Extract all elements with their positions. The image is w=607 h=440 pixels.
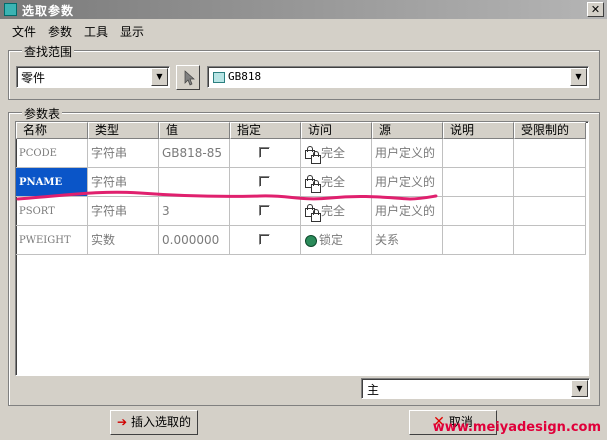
lock-pair-icon <box>303 144 321 164</box>
cell-type[interactable]: 字符串 <box>88 197 159 226</box>
cell-type[interactable]: 实数 <box>88 226 159 255</box>
filter-dropdown[interactable]: 主 ▼ <box>361 378 590 399</box>
designate-checkbox[interactable] <box>259 147 270 158</box>
parameter-table: 名称 类型 值 指定 访问 源 说明 受限制的 PCODE 字符串 GB818-… <box>16 122 586 374</box>
menu-bar: 文件 参数 工具 显示 <box>0 20 607 40</box>
access-label: 锁定 <box>319 233 344 247</box>
table-header: 名称 类型 值 指定 访问 源 说明 受限制的 <box>16 122 586 139</box>
lock-pair-icon <box>303 202 321 222</box>
menu-display[interactable]: 显示 <box>120 23 144 40</box>
cell-type[interactable]: 字符串 <box>88 168 159 197</box>
table-row[interactable]: PSORT 字符串 3 完全 用户定义的 <box>16 197 586 226</box>
cell-value[interactable]: 0.000000 <box>159 226 230 255</box>
cell-description[interactable] <box>443 168 514 197</box>
chevron-down-icon[interactable]: ▼ <box>571 380 588 397</box>
designate-checkbox[interactable] <box>259 205 270 216</box>
cell-restricted[interactable] <box>514 139 586 168</box>
right-arrow-icon: ➔ <box>116 415 128 429</box>
table-row[interactable]: PCODE 字符串 GB818-85 完全 用户定义的 <box>16 139 586 168</box>
scope-dropdown[interactable]: 零件 ▼ <box>16 66 170 88</box>
column-header-name[interactable]: 名称 <box>16 122 88 139</box>
insert-selected-button[interactable]: ➔ 插入选取的 <box>110 410 198 435</box>
parameter-table-label: 参数表 <box>22 105 63 122</box>
cell-description[interactable] <box>443 197 514 226</box>
lock-pair-icon <box>303 173 321 193</box>
designate-checkbox[interactable] <box>259 234 270 245</box>
menu-parameters[interactable]: 参数 <box>48 23 72 40</box>
window-title: 选取参数 <box>22 4 75 18</box>
target-dropdown[interactable]: GB818 ▼ <box>207 66 589 88</box>
cell-source[interactable]: 用户定义的 <box>372 139 443 168</box>
column-header-type[interactable]: 类型 <box>88 122 159 139</box>
pick-button[interactable] <box>176 65 200 90</box>
cell-restricted[interactable] <box>514 226 586 255</box>
cell-name[interactable]: PWEIGHT <box>16 226 88 255</box>
close-button[interactable]: ✕ <box>587 2 604 17</box>
watermark: www.meiyadesign.com <box>432 420 601 435</box>
locked-icon <box>305 234 317 247</box>
column-header-designate[interactable]: 指定 <box>230 122 301 139</box>
chevron-down-icon[interactable]: ▼ <box>151 68 168 86</box>
cell-description[interactable] <box>443 226 514 255</box>
cell-source[interactable]: 关系 <box>372 226 443 255</box>
chevron-down-icon[interactable]: ▼ <box>570 68 587 86</box>
cell-value[interactable]: 3 <box>159 197 230 226</box>
cell-restricted[interactable] <box>514 168 586 197</box>
scope-value: 零件 <box>21 71 46 85</box>
cell-restricted[interactable] <box>514 197 586 226</box>
cell-description[interactable] <box>443 139 514 168</box>
cell-access[interactable]: 完全 <box>301 168 372 197</box>
cell-access[interactable]: 完全 <box>301 197 372 226</box>
column-header-restricted[interactable]: 受限制的 <box>514 122 586 139</box>
cell-access[interactable]: 锁定 <box>301 226 372 255</box>
app-icon <box>4 3 17 16</box>
cell-name[interactable]: PCODE <box>16 139 88 168</box>
column-header-description[interactable]: 说明 <box>443 122 514 139</box>
cell-value[interactable] <box>159 168 230 197</box>
insert-selected-label: 插入选取的 <box>131 415 192 429</box>
menu-tools[interactable]: 工具 <box>84 23 108 40</box>
filter-value: 主 <box>367 383 380 397</box>
cell-name[interactable]: PSORT <box>16 197 88 226</box>
table-row[interactable]: PNAME 字符串 完全 用户定义的 <box>16 168 586 197</box>
cell-designate <box>230 226 301 255</box>
access-label: 完全 <box>321 146 346 160</box>
cell-designate <box>230 197 301 226</box>
cell-source[interactable]: 用户定义的 <box>372 168 443 197</box>
cell-value[interactable]: GB818-85 <box>159 139 230 168</box>
cell-type[interactable]: 字符串 <box>88 139 159 168</box>
cell-name[interactable]: PNAME <box>16 168 88 197</box>
cell-designate <box>230 139 301 168</box>
access-label: 完全 <box>321 175 346 189</box>
column-header-value[interactable]: 值 <box>159 122 230 139</box>
cursor-arrow-icon <box>184 70 195 86</box>
title-bar: 选取参数 ✕ <box>0 0 607 19</box>
part-icon <box>213 72 225 83</box>
access-label: 完全 <box>321 204 346 218</box>
designate-checkbox[interactable] <box>259 176 270 187</box>
menu-file[interactable]: 文件 <box>12 23 36 40</box>
cell-access[interactable]: 完全 <box>301 139 372 168</box>
target-value: GB818 <box>228 70 262 83</box>
column-header-source[interactable]: 源 <box>372 122 443 139</box>
column-header-access[interactable]: 访问 <box>301 122 372 139</box>
cell-designate <box>230 168 301 197</box>
table-row[interactable]: PWEIGHT 实数 0.000000 锁定 关系 <box>16 226 586 255</box>
search-scope-label: 查找范围 <box>22 43 75 60</box>
cell-source[interactable]: 用户定义的 <box>372 197 443 226</box>
